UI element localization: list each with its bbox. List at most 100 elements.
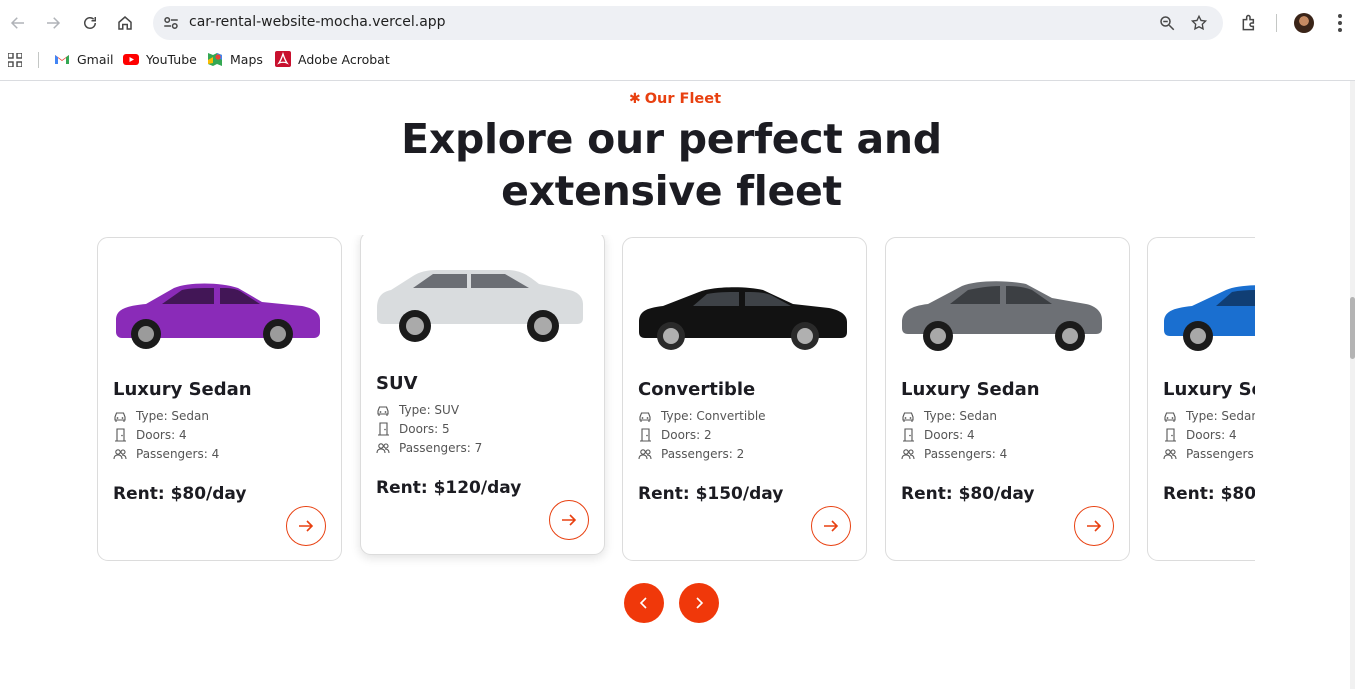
rent-price: Rent: $150/day: [638, 484, 784, 504]
door-icon: [640, 428, 651, 442]
bookmark-label: Gmail: [77, 51, 114, 67]
spec-passengers: Passengers: 7: [376, 441, 482, 455]
spec-doors: Doors: 5: [376, 422, 450, 436]
spec-doors: Doors: 4: [901, 428, 975, 442]
reload-button[interactable]: [77, 10, 103, 36]
view-car-button[interactable]: [811, 506, 851, 546]
car-icon: [377, 406, 389, 416]
rent-price: Rent: $80/day: [901, 484, 1035, 504]
spec-passengers-text: Passengers: 7: [399, 441, 483, 455]
youtube-icon: [123, 54, 139, 65]
car-icon: [639, 412, 651, 422]
spec-type-text: Type: Sedan: [924, 409, 997, 423]
spec-passengers-text: Passengers: 2: [661, 447, 745, 461]
passengers-icon: [1163, 449, 1177, 460]
passengers-icon: [901, 449, 915, 460]
profile-avatar[interactable]: [1294, 13, 1314, 33]
zoom-icon[interactable]: [1158, 14, 1176, 32]
rent-price: Rent: $80/day: [113, 484, 247, 504]
asterisk-icon: ✱: [628, 91, 641, 107]
home-button[interactable]: [112, 10, 138, 36]
car-image: [377, 270, 583, 342]
bookmarks-divider: [38, 52, 39, 68]
car-image: [639, 287, 847, 350]
section-title-line-1: Explore our perfect and: [401, 115, 942, 163]
spec-passengers-text: Passengers: 4: [1186, 447, 1255, 461]
carousel-prev-button[interactable]: [624, 583, 664, 623]
spec-type-text: Type: SUV: [399, 403, 460, 417]
passengers-icon: [113, 449, 127, 460]
browser-chrome: car-rental-website-mocha.vercel.app Gmai…: [0, 0, 1355, 81]
rent-price: Rent: $80/day: [1163, 484, 1255, 504]
door-icon: [378, 422, 389, 436]
fleet-card[interactable]: Convertible Type: Convertible Doors: 2 P…: [622, 237, 867, 561]
arrow-right-icon: [47, 17, 61, 29]
passengers-icon: [376, 443, 390, 454]
spec-passengers: Passengers: 2: [638, 447, 744, 461]
spec-type-text: Type: Sedan: [136, 409, 209, 423]
fleet-card[interactable]: SUV Type: SUV Doors: 5 Passengers: 7 Ren…: [360, 235, 605, 555]
fleet-carousel[interactable]: Luxury Sedan Type: Sedan Doors: 4 Passen…: [97, 235, 1255, 575]
bookmark-label: YouTube: [146, 51, 197, 67]
arrow-right-icon: [299, 520, 314, 532]
section-title-line-2: extensive fleet: [501, 167, 842, 215]
url-text[interactable]: car-rental-website-mocha.vercel.app: [189, 14, 446, 30]
view-car-button[interactable]: [286, 506, 326, 546]
spec-passengers-text: Passengers: 4: [136, 447, 220, 461]
section-eyebrow: ✱ Our Fleet: [0, 91, 1350, 107]
bookmark-label: Maps: [230, 51, 263, 67]
car-image: [116, 283, 320, 349]
acrobat-icon: [275, 51, 291, 67]
view-car-button[interactable]: [549, 500, 589, 540]
view-car-button[interactable]: [1074, 506, 1114, 546]
car-image: [1164, 285, 1255, 351]
spec-doors-text: Doors: 4: [136, 428, 187, 442]
extensions-icon[interactable]: [1240, 13, 1260, 33]
fleet-card[interactable]: Luxury Sedan Type: Sedan Doors: 4 Passen…: [1147, 237, 1255, 561]
page-scrollbar[interactable]: [1350, 81, 1355, 689]
car-name: SUV: [376, 373, 418, 394]
car-icon: [902, 412, 914, 422]
apps-grid-icon[interactable]: [8, 53, 22, 67]
toolbar-divider: [1276, 14, 1277, 32]
spec-type: Type: SUV: [376, 403, 459, 417]
bookmark-maps[interactable]: Maps: [207, 51, 263, 67]
spec-type: Type: Sedan: [113, 409, 209, 423]
door-icon: [115, 428, 126, 442]
carousel-next-button[interactable]: [679, 583, 719, 623]
passengers-icon: [638, 449, 652, 460]
spec-type: Type: Convertible: [638, 409, 766, 423]
car-name: Luxury Sedan: [901, 379, 1040, 400]
eyebrow-text: Our Fleet: [644, 91, 722, 107]
arrow-right-icon: [562, 514, 577, 526]
fleet-card[interactable]: Luxury Sedan Type: Sedan Doors: 4 Passen…: [885, 237, 1130, 561]
spec-passengers: Passengers: 4: [113, 447, 219, 461]
spec-type-text: Type: Convertible: [661, 409, 766, 423]
car-image: [902, 281, 1102, 351]
address-bar[interactable]: car-rental-website-mocha.vercel.app: [153, 6, 1223, 40]
bookmark-label: Adobe Acrobat: [298, 51, 390, 67]
car-icon: [1164, 412, 1176, 422]
arrow-right-icon: [1087, 520, 1102, 532]
spec-type: Type: Sedan: [1163, 409, 1255, 423]
bookmark-adobe-acrobat[interactable]: Adobe Acrobat: [275, 51, 390, 67]
rent-price: Rent: $120/day: [376, 478, 522, 498]
more-menu-icon[interactable]: [1333, 12, 1347, 34]
chevron-right-icon: [696, 597, 704, 609]
car-name: Luxury Sedan: [1163, 379, 1255, 400]
arrow-left-icon: [10, 17, 24, 29]
door-icon: [903, 428, 914, 442]
scrollbar-thumb[interactable]: [1350, 297, 1355, 359]
forward-button[interactable]: [40, 10, 66, 36]
bookmark-youtube[interactable]: YouTube: [123, 51, 197, 67]
site-settings-icon[interactable]: [162, 14, 180, 32]
bookmark-star-icon[interactable]: [1190, 14, 1208, 32]
bookmark-gmail[interactable]: Gmail: [54, 51, 113, 67]
spec-doors-text: Doors: 4: [1186, 428, 1237, 442]
bookmarks-bar: Gmail YouTube Maps Adobe Acrobat: [0, 48, 1355, 72]
fleet-card[interactable]: Luxury Sedan Type: Sedan Doors: 4 Passen…: [97, 237, 342, 561]
gmail-icon: [55, 54, 69, 64]
section-title: Explore our perfect and extensive fleet: [0, 113, 1343, 217]
car-icon: [114, 412, 126, 422]
back-button[interactable]: [5, 10, 31, 36]
